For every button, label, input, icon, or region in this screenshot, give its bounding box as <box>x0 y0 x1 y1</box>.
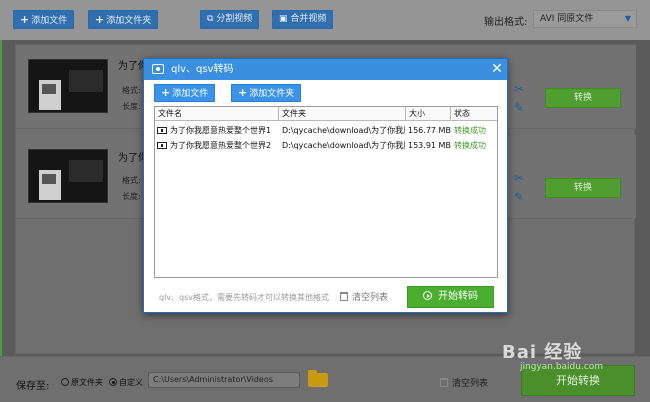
radio-custom-label: 自定义 <box>119 378 143 387</box>
radio-source-label: 原文件夹 <box>71 378 103 387</box>
output-format-value: AVI 同原文件 <box>540 14 594 24</box>
plus-icon: + <box>238 86 248 99</box>
radio-custom[interactable]: 自定义 <box>109 377 143 388</box>
row-status: 转换成功 <box>454 126 486 135</box>
dialog-add-file-label: 添加文件 <box>172 89 209 99</box>
start-transcode-label: 开始转码 <box>438 291 478 302</box>
row-name: 为了你我愿意热爱整个世界1 <box>170 126 272 135</box>
save-path-input[interactable]: C:\Users\Administrator\Videos <box>148 372 300 388</box>
radio-icon <box>61 378 69 386</box>
cloud-icon <box>152 64 164 74</box>
length-label: 长度: <box>122 102 141 111</box>
video-thumbnail <box>28 149 108 203</box>
plus-icon: + <box>161 86 171 99</box>
convert-button[interactable]: 转换 <box>545 88 621 108</box>
table-row[interactable]: 为了你我愿意热爱整个世界2 D:\qycache\download\为了你我愿 … <box>155 138 497 153</box>
row-folder: D:\qycache\download\为了你我愿 <box>282 126 405 135</box>
transcode-dialog: qlv、qsv转码 ✕ + 添加文件 + 添加文件夹 文件名 文件夹 大小 状态 为… <box>143 58 508 313</box>
dialog-titlebar: qlv、qsv转码 ✕ <box>144 59 507 80</box>
row-name-cell: 为了你我愿意热爱整个世界1 <box>157 123 281 138</box>
play-icon <box>423 291 432 300</box>
radio-source-folder[interactable]: 原文件夹 <box>61 377 103 388</box>
caret-down-icon: ▼ <box>624 14 631 23</box>
row-size: 153.91 MB <box>408 141 451 150</box>
dialog-clear-list-label: 清空列表 <box>352 293 389 303</box>
row-name-cell: 为了你我愿意热爱整个世界2 <box>157 138 281 153</box>
split-icon: ⧉ <box>207 14 217 24</box>
dialog-title: qlv、qsv转码 <box>171 64 234 75</box>
split-video-button[interactable]: ⧉ 分割视频 <box>200 10 260 29</box>
row-status: 转换成功 <box>454 141 486 150</box>
edit-icon[interactable]: ✎ <box>514 101 524 115</box>
dialog-add-file-button[interactable]: + 添加文件 <box>154 84 216 102</box>
plus-icon: + <box>95 13 105 26</box>
split-video-label: 分割视频 <box>216 14 253 24</box>
row-size: 156.77 MB <box>408 126 451 135</box>
clear-list-label: 清空列表 <box>452 379 489 389</box>
dialog-add-folder-label: 添加文件夹 <box>249 89 295 99</box>
row-name: 为了你我愿意热爱整个世界2 <box>170 141 272 150</box>
dialog-clear-list-button[interactable]: 清空列表 <box>340 290 388 303</box>
merge-video-label: 合并视频 <box>290 14 327 24</box>
format-label: 格式: <box>122 176 141 185</box>
save-to-label: 保存至: <box>16 381 50 392</box>
column-header-status[interactable]: 状态 <box>451 107 497 121</box>
clear-list-button[interactable]: 清空列表 <box>440 376 488 389</box>
output-format-select[interactable]: AVI 同原文件 ▼ <box>533 10 637 28</box>
add-folder-button[interactable]: + 添加文件夹 <box>88 10 159 29</box>
convert-button[interactable]: 转换 <box>545 178 621 198</box>
watermark-url: jingyan.baidu.com <box>520 362 604 372</box>
edit-icon[interactable]: ✎ <box>514 190 524 204</box>
folder-icon[interactable] <box>308 370 328 387</box>
column-header-name[interactable]: 文件名 <box>155 107 279 121</box>
scissors-icon[interactable]: ✂ <box>514 82 524 96</box>
table-header: 文件名 文件夹 大小 状态 <box>155 107 497 121</box>
column-header-folder[interactable]: 文件夹 <box>279 107 406 121</box>
output-format-label: 输出格式: <box>484 17 528 28</box>
add-folder-label: 添加文件夹 <box>106 16 152 26</box>
format-label: 格式: <box>122 86 141 95</box>
row-folder: D:\qycache\download\为了你我愿 <box>282 141 405 150</box>
toolbar: + 添加文件 + 添加文件夹 ⧉ 分割视频 ▣ 合并视频 输出格式: AVI 同原文… <box>0 0 650 40</box>
dialog-hint: qlv、qsv格式，需要先转码才可以转换其他格式 <box>159 293 330 302</box>
film-icon <box>157 142 167 149</box>
add-file-button[interactable]: + 添加文件 <box>13 10 75 29</box>
column-header-size[interactable]: 大小 <box>406 107 451 121</box>
length-label: 长度: <box>122 192 141 201</box>
plus-icon: + <box>20 13 30 26</box>
transcode-table: 文件名 文件夹 大小 状态 为了你我愿意热爱整个世界1 D:\qycache\d… <box>154 106 498 278</box>
close-icon[interactable]: ✕ <box>488 59 506 80</box>
scissors-icon[interactable]: ✂ <box>514 171 524 185</box>
video-thumbnail <box>28 59 108 113</box>
start-transcode-button[interactable]: 开始转码 <box>407 286 494 308</box>
dialog-add-folder-button[interactable]: + 添加文件夹 <box>231 84 302 102</box>
trash-icon <box>340 292 348 301</box>
watermark-logo: Bai 经验 <box>502 342 583 363</box>
add-file-label: 添加文件 <box>31 16 68 26</box>
merge-icon: ▣ <box>279 14 291 24</box>
merge-video-button[interactable]: ▣ 合并视频 <box>272 10 334 29</box>
trash-icon <box>440 378 448 387</box>
window-edge <box>0 40 2 356</box>
film-icon <box>157 127 167 134</box>
table-row[interactable]: 为了你我愿意热爱整个世界1 D:\qycache\download\为了你我愿 … <box>155 123 497 138</box>
radio-selected-icon <box>109 378 117 386</box>
